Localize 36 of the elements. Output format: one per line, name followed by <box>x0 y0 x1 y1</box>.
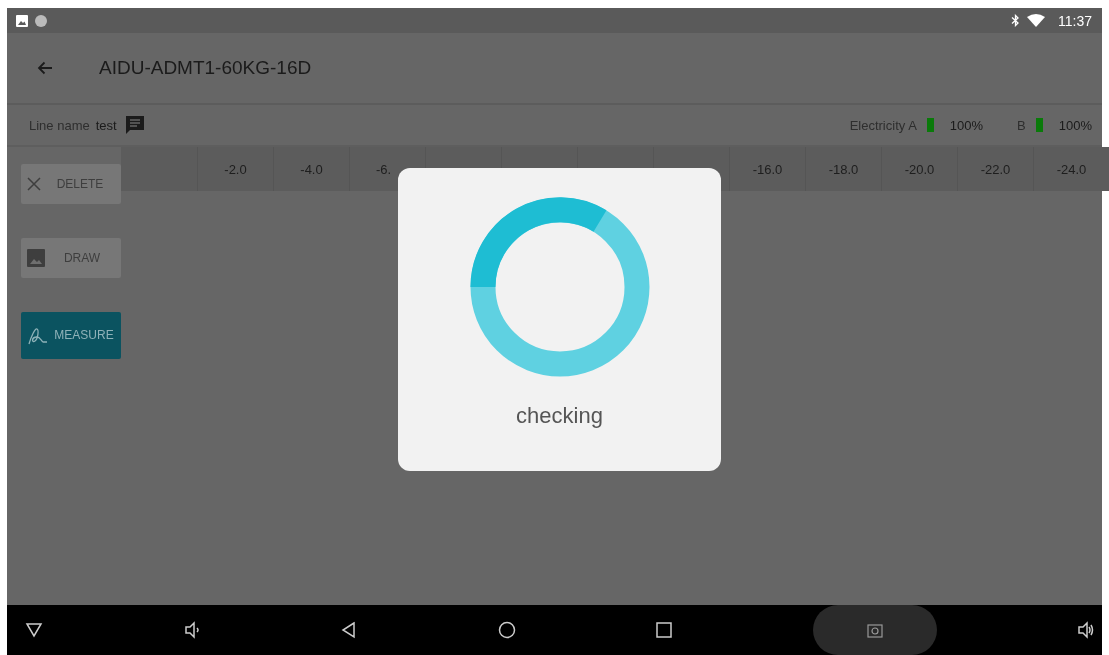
battery-label: B <box>1017 117 1026 133</box>
image-notification-icon <box>16 14 28 27</box>
volume-down-icon[interactable] <box>182 621 201 639</box>
column-header: -24.0 <box>1033 147 1109 191</box>
column-header: -22.0 <box>957 147 1033 191</box>
back-icon[interactable] <box>340 621 358 639</box>
column-header: -4.0 <box>273 147 349 191</box>
line-name-value: test <box>95 117 117 133</box>
loading-spinner-icon <box>469 197 650 377</box>
hide-keyboard-icon[interactable] <box>25 621 43 639</box>
home-icon[interactable] <box>497 621 516 639</box>
camera-icon <box>865 621 884 639</box>
image-icon <box>27 249 45 267</box>
volume-up-icon[interactable] <box>1076 621 1094 639</box>
close-icon <box>27 177 41 191</box>
battery-level-icon <box>1035 118 1043 132</box>
back-arrow-icon[interactable] <box>37 61 53 75</box>
battery-percent: 100% <box>949 117 984 133</box>
measure-button[interactable]: MEASURE <box>21 312 121 359</box>
screen-title: AIDU-ADMT1-60KG-16D <box>99 57 312 79</box>
battery-level-icon <box>926 118 934 132</box>
screenshot-button[interactable] <box>812 605 937 655</box>
checking-message: checking <box>516 403 603 429</box>
column-header: -2.0 <box>197 147 273 191</box>
clock-time: 11:37 <box>1058 12 1092 29</box>
column-header: -20.0 <box>881 147 957 191</box>
battery-percent: 100% <box>1058 117 1092 133</box>
recents-icon[interactable] <box>655 621 673 639</box>
battery-label: Electricity A <box>849 117 917 133</box>
comment-icon[interactable] <box>124 115 145 135</box>
column-header: -16.0 <box>729 147 805 191</box>
wifi-icon <box>1027 14 1045 27</box>
circle-notification-icon <box>35 14 47 27</box>
line-name-label: Line name <box>29 117 90 133</box>
column-header: -18.0 <box>805 147 881 191</box>
bluetooth-icon <box>1011 14 1020 27</box>
